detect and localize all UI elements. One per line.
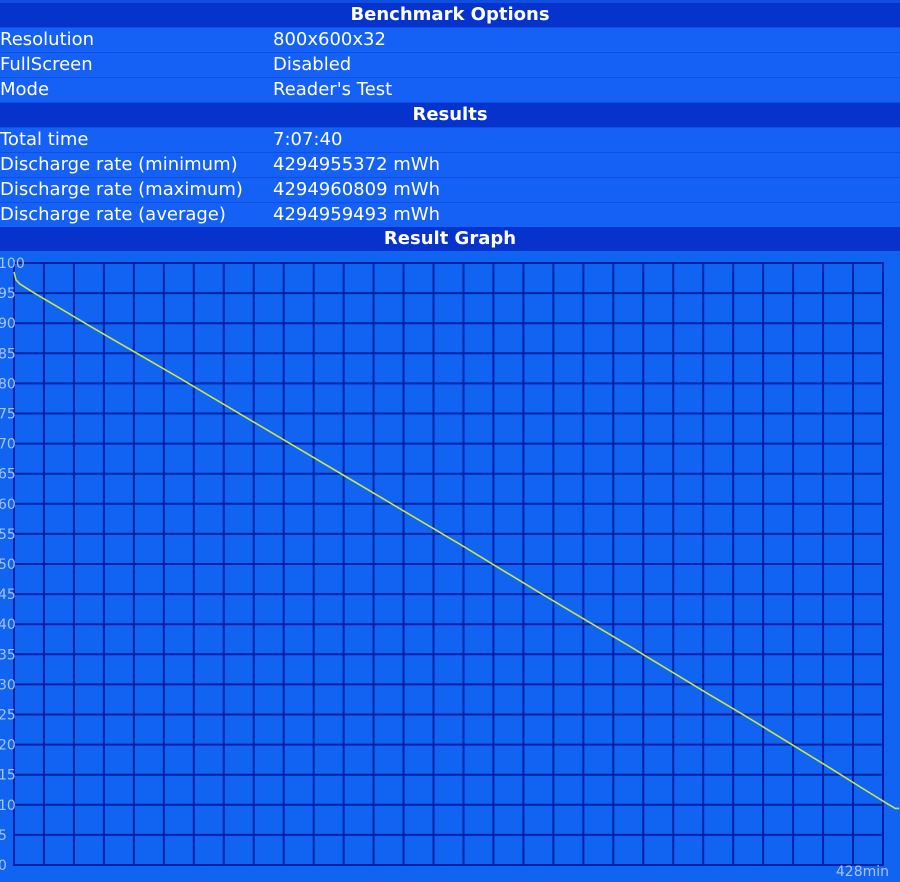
result-row-discharge-min: Discharge rate (minimum) 4294955372 mWh: [0, 153, 900, 177]
y-tick-label: 45: [0, 587, 16, 603]
y-tick-label: 15: [0, 768, 16, 784]
option-value: Reader's Test: [273, 79, 393, 100]
result-value: 4294960809 mWh: [273, 179, 440, 200]
y-tick-label: 65: [0, 467, 16, 483]
result-row-discharge-max: Discharge rate (maximum) 4294960809 mWh: [0, 178, 900, 202]
option-value: Disabled: [273, 54, 352, 75]
results-header: Results: [0, 103, 900, 127]
option-label: Mode: [0, 79, 50, 100]
y-tick-label: 55: [0, 527, 16, 543]
benchmark-options-header: Benchmark Options: [0, 3, 900, 27]
graph-background: [0, 251, 900, 882]
y-tick-label: 10: [0, 798, 16, 814]
y-tick-label: 100: [0, 256, 25, 272]
y-tick-label: 0: [0, 858, 7, 874]
y-tick-label: 60: [0, 497, 16, 513]
y-tick-label: 85: [0, 346, 16, 362]
result-value: 7:07:40: [273, 129, 343, 150]
result-value: 4294959493 mWh: [273, 204, 440, 225]
y-tick-label: 25: [0, 708, 16, 724]
result-graph-header: Result Graph: [0, 227, 900, 251]
option-value: 800x600x32: [273, 29, 386, 50]
x-axis-end-label: 428min: [836, 864, 889, 880]
option-label: Resolution: [0, 29, 95, 50]
y-tick-label: 20: [0, 738, 16, 754]
result-value: 4294955372 mWh: [273, 154, 440, 175]
y-tick-label: 30: [0, 677, 16, 693]
y-tick-label: 5: [0, 828, 7, 844]
result-row-discharge-avg: Discharge rate (average) 4294959493 mWh: [0, 203, 900, 227]
result-label: Discharge rate (maximum): [0, 179, 243, 200]
result-row-total-time: Total time 7:07:40: [0, 128, 900, 152]
y-tick-label: 40: [0, 617, 16, 633]
result-label: Discharge rate (average): [0, 204, 226, 225]
result-label: Total time: [0, 129, 89, 150]
option-label: FullScreen: [0, 54, 93, 75]
result-graph: 1009590858075706560555045403530252015105…: [0, 251, 900, 882]
y-tick-label: 95: [0, 286, 16, 302]
y-tick-label: 90: [0, 316, 16, 332]
y-tick-label: 75: [0, 407, 16, 423]
y-tick-label: 70: [0, 437, 16, 453]
y-tick-label: 80: [0, 376, 16, 392]
option-row-resolution: Resolution 800x600x32: [0, 28, 900, 52]
result-label: Discharge rate (minimum): [0, 154, 238, 175]
option-row-fullscreen: FullScreen Disabled: [0, 53, 900, 77]
y-tick-label: 35: [0, 647, 16, 663]
y-tick-label: 50: [0, 557, 16, 573]
option-row-mode: Mode Reader's Test: [0, 78, 900, 102]
